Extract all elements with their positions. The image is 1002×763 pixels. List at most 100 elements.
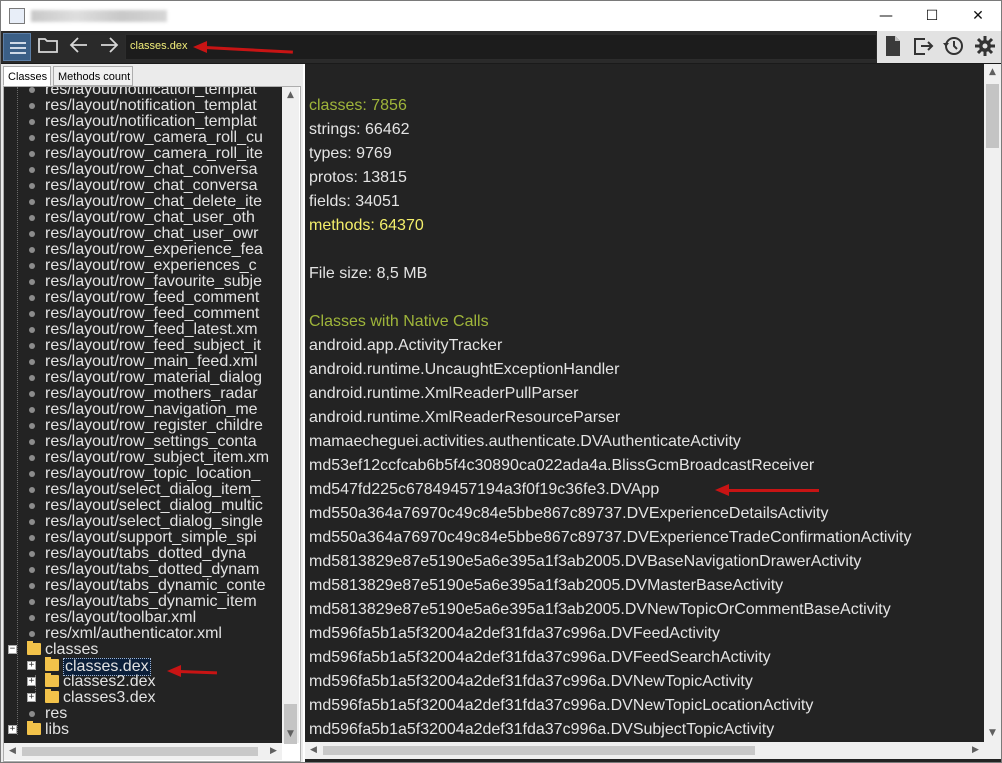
tree-item-label: res/layout/row_navigation_me — [45, 401, 258, 418]
tree-item-dex[interactable]: + classes2.dex — [4, 673, 282, 690]
tree-item[interactable]: res/layout/row_chat_user_oth — [4, 210, 282, 226]
file-bullet-icon — [29, 711, 35, 717]
back-arrow-icon[interactable] — [67, 35, 91, 59]
tree-item[interactable]: res/layout/row_camera_roll_ite — [4, 146, 282, 162]
file-bullet-icon — [29, 599, 35, 605]
folder-icon — [27, 641, 41, 655]
tree-item[interactable]: res/layout/row_feed_comment — [4, 306, 282, 322]
file-bullet-icon — [29, 439, 35, 445]
tree-item[interactable]: res/xml/authenticator.xml — [4, 626, 282, 642]
tree-item[interactable]: res/layout/support_simple_spi — [4, 530, 282, 546]
tree-item[interactable]: res/layout/select_dialog_item_ — [4, 482, 282, 498]
open-folder-icon[interactable] — [36, 35, 60, 59]
maximize-button[interactable]: ☐ — [909, 1, 955, 31]
tree-item[interactable]: res/layout/select_dialog_multic — [4, 498, 282, 514]
expand-icon[interactable]: + — [27, 693, 36, 702]
path-value: classes.dex — [130, 40, 188, 52]
tree-item[interactable]: res/layout/row_chat_conversa — [4, 162, 282, 178]
file-bullet-icon — [29, 279, 35, 285]
scroll-down-icon[interactable]: ▼ — [984, 725, 1001, 742]
tree-item[interactable]: res/layout/row_camera_roll_cu — [4, 130, 282, 146]
tree-item-label: res/layout/row_mothers_radar — [45, 385, 258, 402]
tree-item[interactable]: res/layout/row_chat_delete_ite — [4, 194, 282, 210]
close-button[interactable]: ✕ — [955, 1, 1001, 31]
document-icon[interactable] — [881, 35, 905, 59]
minimize-button[interactable]: — — [863, 1, 909, 31]
tab-classes[interactable]: Classes — [3, 66, 51, 86]
tree-item[interactable]: res/layout/tabs_dotted_dynam — [4, 562, 282, 578]
file-bullet-icon — [29, 167, 35, 173]
tree-item[interactable]: res/layout/select_dialog_single — [4, 514, 282, 530]
tree-item[interactable]: res/layout/row_feed_subject_it — [4, 338, 282, 354]
tree-item[interactable]: res/layout/row_subject_item.xm — [4, 450, 282, 466]
scroll-down-icon[interactable]: ▼ — [282, 726, 299, 743]
details-horizontal-scrollbar[interactable]: ◀ ▶ — [305, 742, 984, 759]
scroll-right-icon[interactable]: ▶ — [265, 743, 282, 760]
scroll-thumb[interactable] — [22, 747, 258, 756]
tree-item[interactable]: res/layout/row_chat_conversa — [4, 178, 282, 194]
tree-item-label: res/layout/support_simple_spi — [45, 529, 257, 546]
tree-item[interactable]: res/layout/row_favourite_subje — [4, 274, 282, 290]
tree-item[interactable]: res/layout/row_feed_latest.xm — [4, 322, 282, 338]
tab-methods-count[interactable]: Methods count — [53, 66, 133, 86]
class-tree[interactable]: res/layout/notification_templat res/layou… — [4, 87, 282, 743]
tree-item[interactable]: res/layout/row_main_feed.xml — [4, 354, 282, 370]
tree-item[interactable]: res/layout/row_settings_conta — [4, 434, 282, 450]
tree-item[interactable]: res/layout/row_topic_location_ — [4, 466, 282, 482]
tree-item-label: res/layout/tabs_dynamic_item — [45, 593, 257, 610]
tree-item[interactable]: res/layout/notification_templat — [4, 114, 282, 130]
tree-item[interactable]: res/layout/tabs_dotted_dyna — [4, 546, 282, 562]
scroll-thumb[interactable] — [323, 746, 755, 755]
file-bullet-icon — [29, 391, 35, 397]
tree-item-label: res/layout/tabs_dotted_dyna — [45, 545, 247, 562]
file-bullet-icon — [29, 343, 35, 349]
details-vertical-scrollbar[interactable]: ▲ ▼ — [984, 64, 1001, 742]
tree-item[interactable]: res/layout/row_feed_comment — [4, 290, 282, 306]
file-bullet-icon — [29, 263, 35, 269]
scroll-left-icon[interactable]: ◀ — [4, 743, 21, 760]
history-icon[interactable] — [941, 35, 965, 59]
tree-item[interactable]: res/layout/row_navigation_me — [4, 402, 282, 418]
tree-item[interactable]: res/layout/row_material_dialog — [4, 370, 282, 386]
toolbar: classes.dex — [1, 31, 1001, 64]
menu-icon[interactable] — [3, 33, 31, 61]
app-icon — [9, 8, 25, 24]
tree-item[interactable]: res/layout/row_mothers_radar — [4, 386, 282, 402]
expand-icon[interactable]: + — [27, 661, 36, 670]
tree-item-dex[interactable]: + classes.dex — [4, 657, 282, 676]
native-call-class: md53ef12ccfcab6b5f4c30890ca022ada4a.Blis… — [309, 457, 815, 474]
tree-folder-libs[interactable]: + libs — [4, 721, 282, 738]
export-icon[interactable] — [911, 35, 935, 59]
fields-count: fields: 34051 — [309, 193, 400, 210]
tree-item[interactable]: res/layout/notification_templat — [4, 98, 282, 114]
scroll-thumb[interactable] — [986, 84, 999, 148]
settings-gear-icon[interactable] — [973, 35, 997, 59]
tree-item-label: res/layout/row_feed_comment — [45, 289, 260, 306]
tree-item-label: res/layout/tabs_dotted_dynam — [45, 561, 260, 578]
tree-item[interactable]: res/layout/row_experience_fea — [4, 242, 282, 258]
expand-icon[interactable]: + — [27, 677, 36, 686]
tree-item-label: res/layout/row_register_childre — [45, 417, 263, 434]
scroll-right-icon[interactable]: ▶ — [967, 742, 984, 759]
tree-item[interactable]: res/layout/row_chat_user_owr — [4, 226, 282, 242]
forward-arrow-icon[interactable] — [97, 35, 121, 59]
tree-item-res[interactable]: res — [4, 706, 282, 722]
tree-horizontal-scrollbar[interactable]: ◀ ▶ — [4, 743, 282, 760]
types-count: types: 9769 — [309, 145, 392, 162]
scroll-up-icon[interactable]: ▲ — [282, 87, 299, 104]
tree-item-label: res/layout/row_main_feed.xml — [45, 353, 258, 370]
methods-count: methods: 64370 — [309, 217, 424, 234]
native-call-class: mamaecheguei.activities.authenticate.DVA… — [309, 433, 741, 450]
expand-icon[interactable]: + — [8, 725, 17, 734]
tree-item[interactable]: res/layout/row_register_childre — [4, 418, 282, 434]
tree-item[interactable]: res/layout/toolbar.xml — [4, 610, 282, 626]
tree-folder-classes[interactable]: − classes — [4, 641, 282, 658]
collapse-icon[interactable]: − — [8, 645, 17, 654]
scroll-up-icon[interactable]: ▲ — [984, 64, 1001, 81]
tree-item[interactable]: res/layout/tabs_dynamic_item — [4, 594, 282, 610]
tree-item-dex[interactable]: + classes3.dex — [4, 689, 282, 706]
tree-item[interactable]: res/layout/tabs_dynamic_conte — [4, 578, 282, 594]
tree-vertical-scrollbar[interactable]: ▲ ▼ — [282, 87, 299, 744]
scroll-left-icon[interactable]: ◀ — [305, 742, 322, 759]
tree-item[interactable]: res/layout/row_experiences_c — [4, 258, 282, 274]
